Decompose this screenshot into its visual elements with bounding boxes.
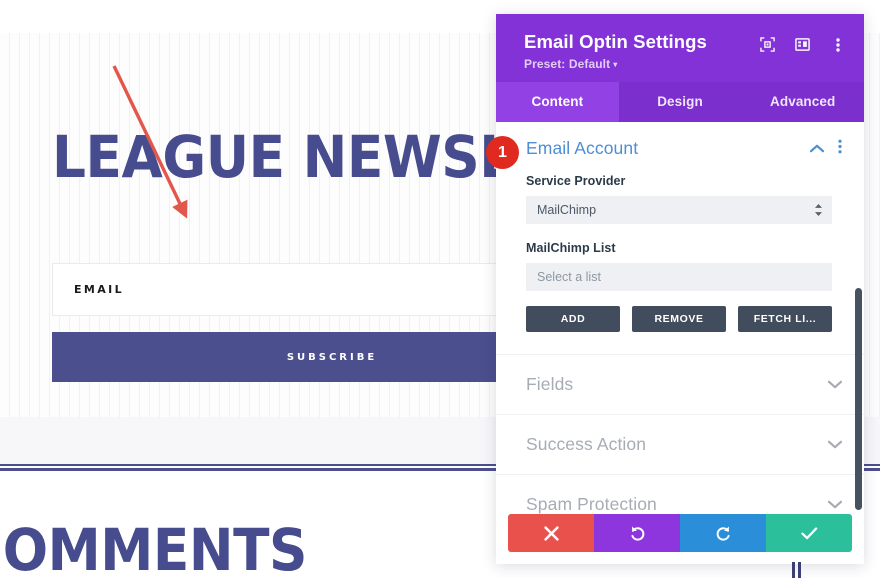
panel-header-icons (759, 36, 846, 53)
section-fields[interactable]: Fields (496, 354, 864, 414)
service-provider-select[interactable]: MailChimp (526, 196, 832, 224)
mailchimp-list-placeholder: Select a list (537, 270, 601, 284)
panel-drag-handle[interactable] (792, 562, 808, 578)
drag-bar (798, 562, 801, 578)
chevron-down-icon[interactable] (827, 496, 843, 514)
email-account-buttons: ADD REMOVE FETCH LI... (526, 306, 832, 354)
focus-icon[interactable] (759, 36, 776, 53)
subscribe-button-label: SUBSCRIBE (286, 351, 378, 363)
more-vertical-icon[interactable] (829, 36, 846, 53)
preset-selector[interactable]: Preset: Default ▾ (524, 57, 844, 71)
section-email-account-title: Email Account (526, 138, 639, 158)
remove-button[interactable]: REMOVE (632, 306, 726, 332)
undo-icon (630, 526, 644, 541)
step-badge-1: 1 (486, 136, 519, 169)
redo-button[interactable] (680, 514, 766, 552)
email-optin-settings-panel: Email Optin Settings Preset: Default ▾ C… (496, 14, 864, 564)
chevron-down-icon: ▾ (613, 59, 618, 69)
panel-tabs: Content Design Advanced (496, 82, 864, 122)
tab-design[interactable]: Design (619, 82, 742, 122)
section-email-account-header[interactable]: Email Account (496, 122, 864, 174)
undo-button[interactable] (594, 514, 680, 552)
section-email-account-controls (809, 139, 842, 159)
fetch-lists-button[interactable]: FETCH LI... (738, 306, 832, 332)
mailchimp-list-input[interactable]: Select a list (526, 263, 832, 291)
screen: LEAGUE NEWSLETTER EMAIL SUBSCRIBE COMMEN… (0, 0, 880, 578)
section-spam-protection[interactable]: Spam Protection (496, 474, 864, 514)
tab-content[interactable]: Content (496, 82, 619, 122)
chevron-down-icon[interactable] (827, 376, 843, 394)
close-icon (543, 525, 559, 541)
email-account-fields: Service Provider MailChimp MailChimp Lis… (496, 174, 864, 354)
cancel-button[interactable] (508, 514, 594, 552)
section-spam-protection-label: Spam Protection (526, 494, 657, 514)
stepper-arrows-icon (814, 204, 823, 217)
section-fields-label: Fields (526, 374, 574, 394)
tab-advanced[interactable]: Advanced (741, 82, 864, 122)
preset-label: Preset: Default (524, 57, 611, 71)
panel-header: Email Optin Settings Preset: Default ▾ (496, 14, 864, 82)
service-provider-value: MailChimp (537, 203, 597, 217)
section-email-account: Email Account Service Provider MailChimp… (496, 122, 864, 354)
comments-heading: COMMENTS (0, 516, 307, 578)
panel-scrollbar[interactable] (855, 288, 862, 510)
panel-body: Email Account Service Provider MailChimp… (496, 122, 864, 514)
mailchimp-list-label: MailChimp List (526, 241, 616, 255)
email-input-placeholder: EMAIL (74, 283, 125, 296)
add-button[interactable]: ADD (526, 306, 620, 332)
panel-footer-actions (508, 514, 852, 552)
save-button[interactable] (766, 514, 852, 552)
check-icon (800, 526, 817, 539)
drag-bar (792, 562, 795, 578)
service-provider-label: Service Provider (526, 174, 626, 188)
chevron-down-icon[interactable] (827, 436, 843, 454)
chevron-up-icon[interactable] (809, 140, 825, 158)
section-success-action[interactable]: Success Action (496, 414, 864, 474)
section-more-vertical-icon[interactable] (838, 139, 842, 159)
redo-icon (716, 526, 730, 541)
section-success-action-label: Success Action (526, 434, 647, 454)
panel-layout-icon[interactable] (794, 36, 811, 53)
